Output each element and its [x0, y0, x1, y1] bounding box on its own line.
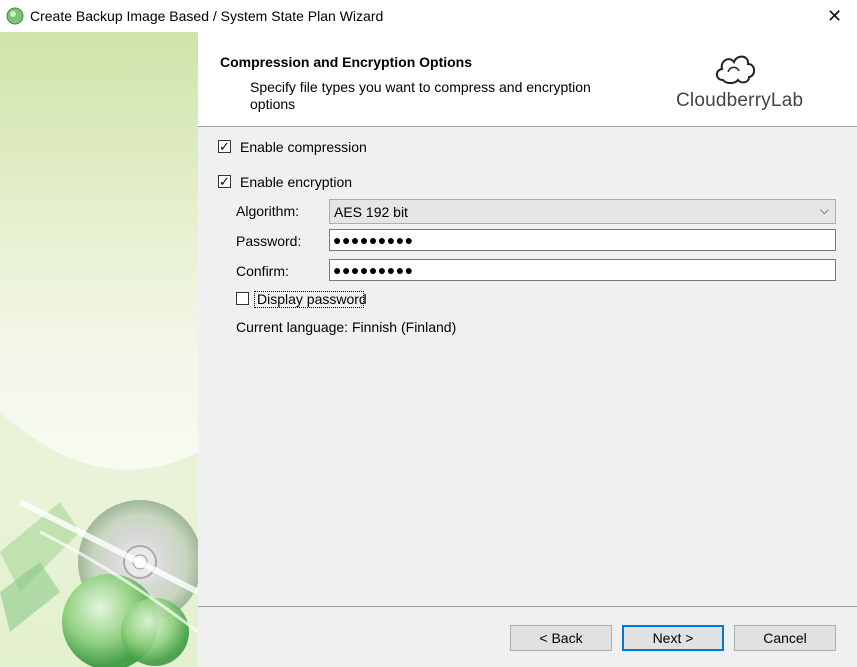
close-icon[interactable]: ✕	[812, 0, 857, 32]
window-title: Create Backup Image Based / System State…	[30, 8, 384, 24]
wizard-side-banner	[0, 32, 198, 667]
enable-compression-label: Enable compression	[240, 139, 367, 155]
back-button[interactable]: < Back	[510, 625, 612, 651]
cancel-button[interactable]: Cancel	[734, 625, 836, 651]
enable-encryption-label: Enable encryption	[240, 174, 353, 190]
algorithm-select[interactable]: AES 192 bit ⌵	[329, 199, 836, 224]
wizard-header: Compression and Encryption Options Speci…	[198, 32, 857, 127]
enable-compression-checkbox[interactable]: ✓	[218, 140, 231, 153]
display-password-checkbox[interactable]	[236, 292, 249, 305]
cloud-logo-icon	[715, 55, 756, 84]
app-icon	[6, 7, 24, 25]
chevron-down-icon: ⌵	[819, 203, 829, 217]
next-button[interactable]: Next >	[622, 625, 724, 651]
password-field[interactable]: ●●●●●●●●●	[329, 229, 836, 251]
password-label: Password:	[236, 233, 302, 249]
cloudberry-logo: CloudberryLab	[676, 50, 806, 114]
algorithm-value: AES 192 bit	[334, 204, 408, 220]
confirm-label: Confirm:	[236, 263, 289, 279]
logo-text: CloudberryLab	[676, 90, 804, 111]
display-password-label: Display password	[257, 291, 367, 307]
page-subtitle: Specify file types you want to compress …	[250, 79, 591, 112]
page-title: Compression and Encryption Options	[220, 54, 473, 70]
enable-encryption-checkbox[interactable]: ✓	[218, 175, 231, 188]
algorithm-label: Algorithm:	[236, 203, 300, 219]
password-value: ●●●●●●●●●	[333, 232, 414, 248]
footer-divider	[198, 606, 857, 607]
confirm-value: ●●●●●●●●●	[333, 262, 414, 278]
current-language-text: Current language: Finnish (Finland)	[236, 319, 457, 335]
title-bar: Create Backup Image Based / System State…	[0, 0, 857, 33]
confirm-password-field[interactable]: ●●●●●●●●●	[329, 259, 836, 281]
disc-artwork-image	[0, 412, 198, 667]
